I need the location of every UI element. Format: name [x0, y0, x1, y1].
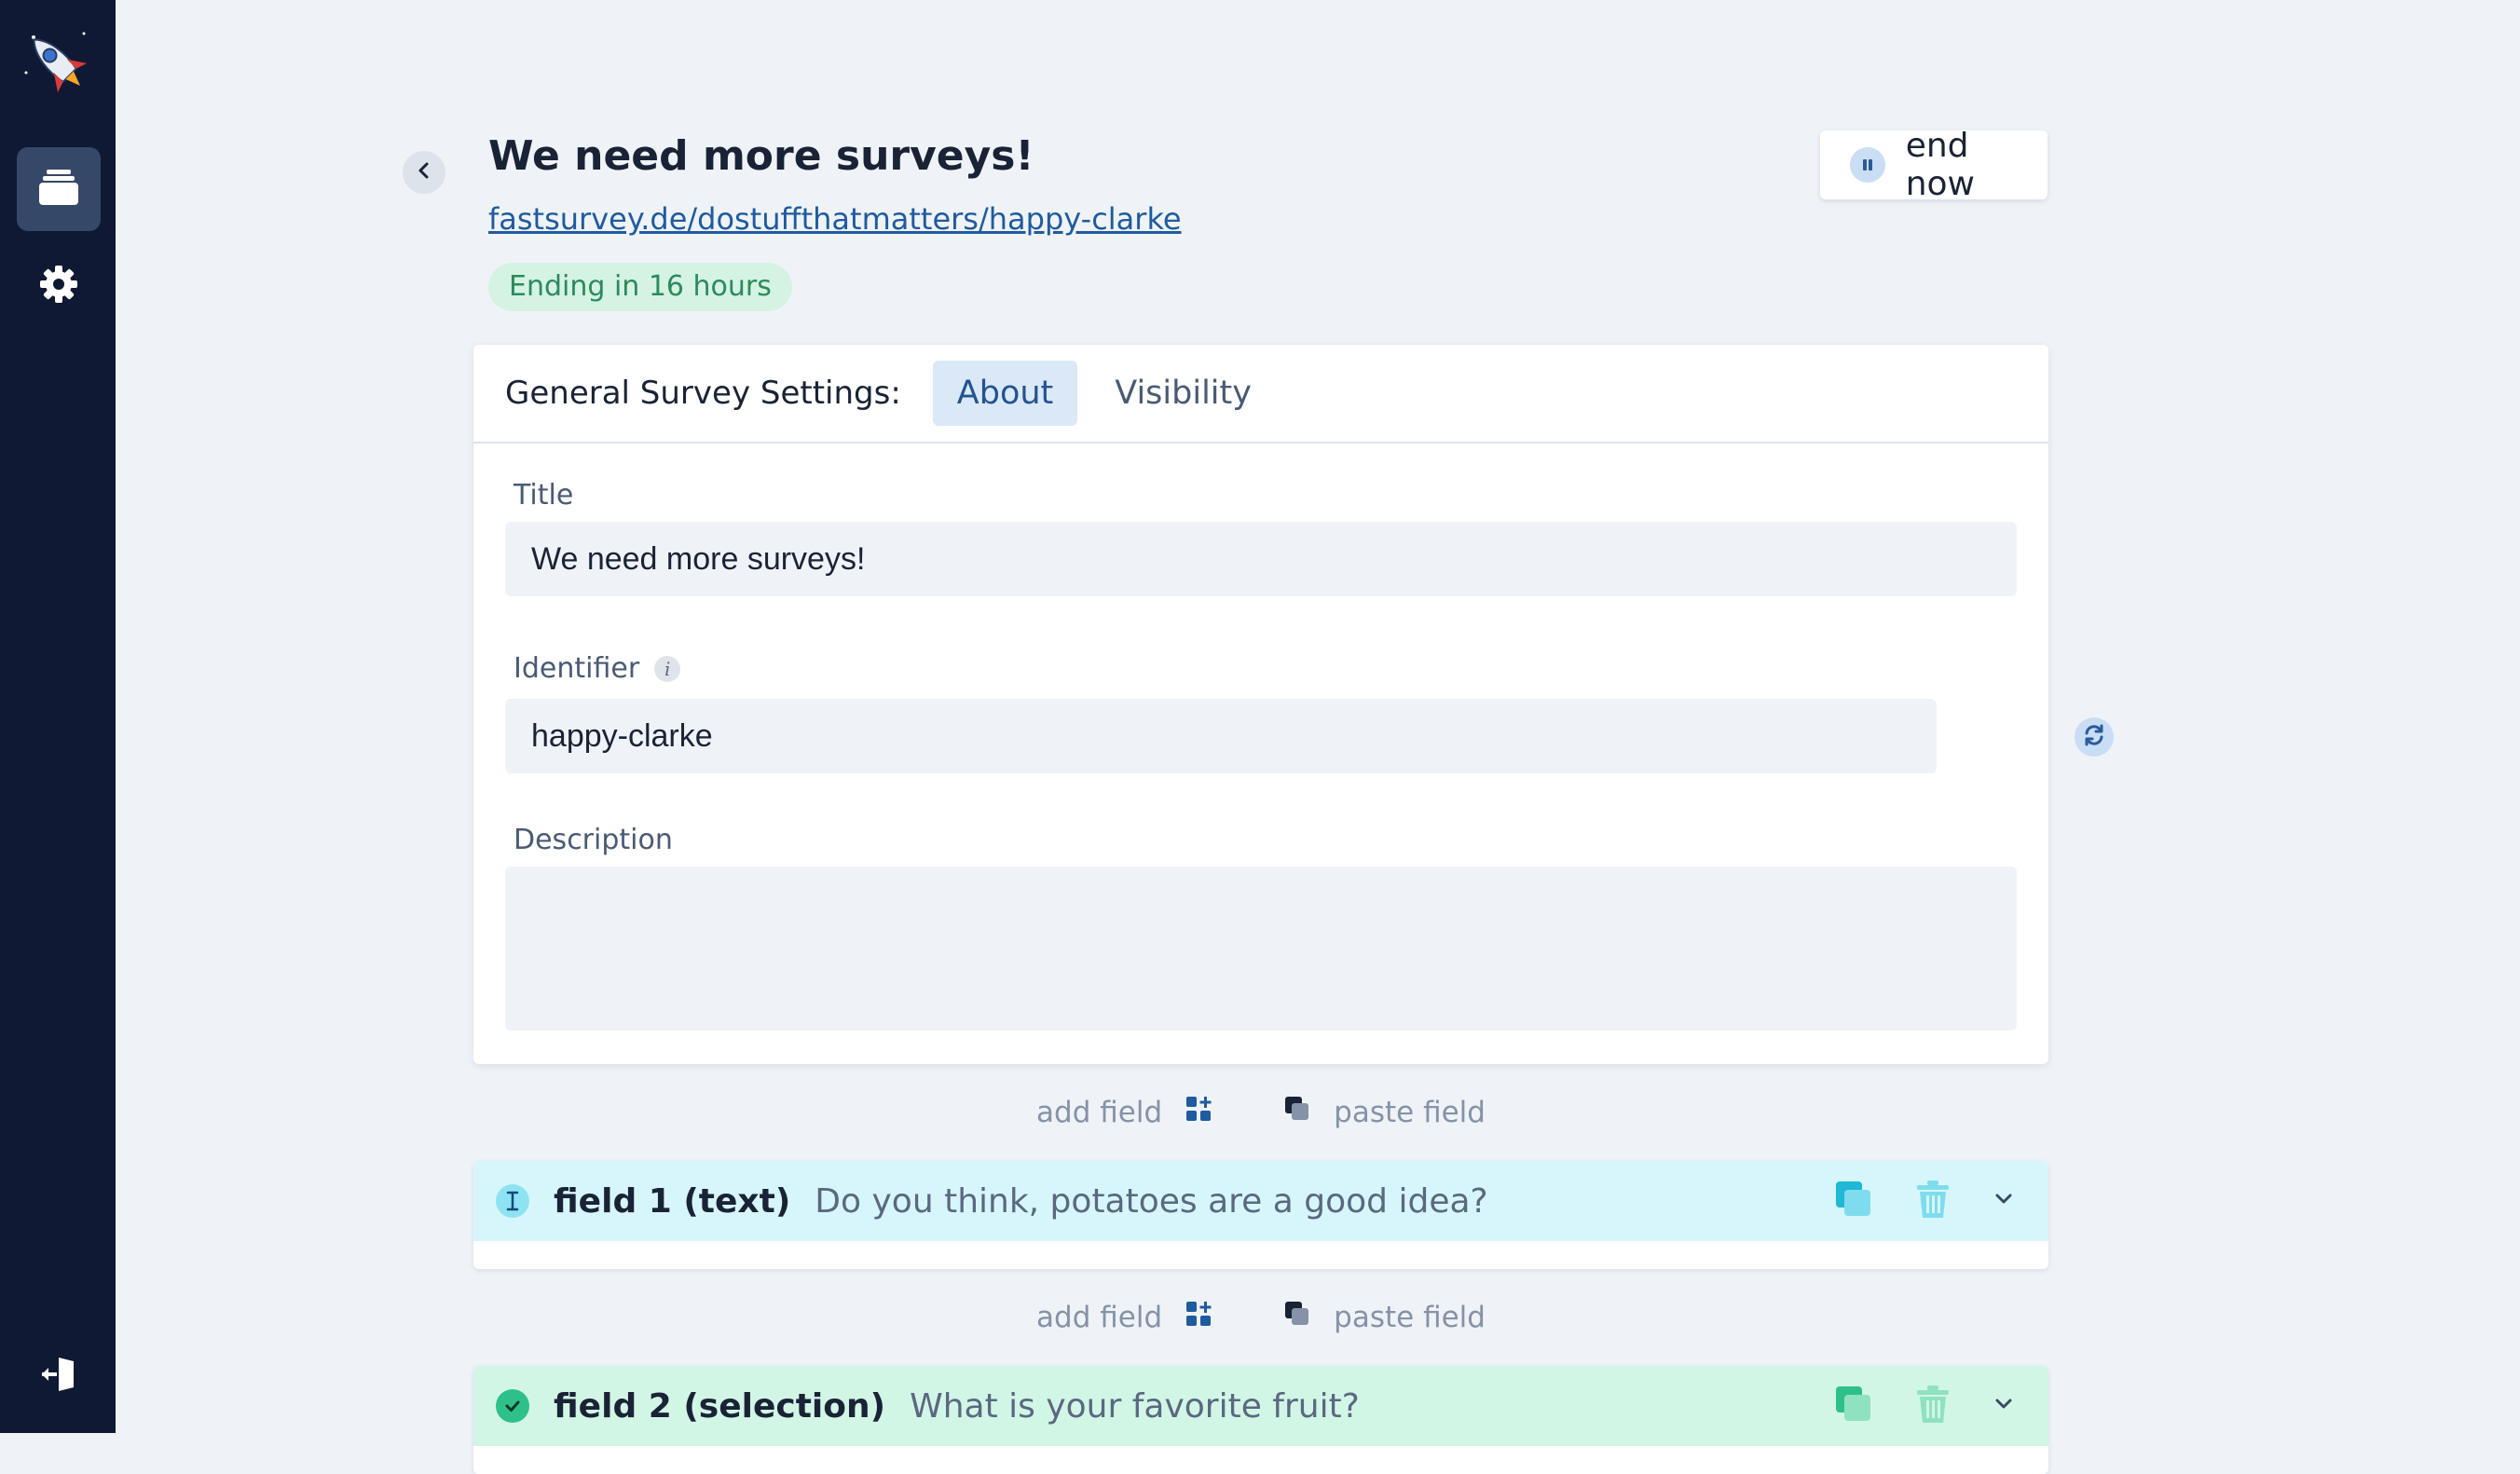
settings-label: General Survey Settings:: [505, 375, 901, 412]
survey-settings-card: General Survey Settings: About Visibilit…: [473, 345, 2048, 1064]
add-field-button[interactable]: add field: [1036, 1095, 1212, 1130]
field-question: What is your favorite fruit?: [910, 1387, 1360, 1426]
identifier-label: Identifier i: [514, 652, 680, 685]
end-now-button[interactable]: end now: [1820, 130, 2048, 199]
info-icon[interactable]: i: [654, 656, 680, 682]
paste-icon: [1283, 1095, 1311, 1130]
chevron-left-icon: [415, 161, 433, 184]
paste-field-button[interactable]: paste field: [1283, 1300, 1486, 1335]
add-field-button[interactable]: add field: [1036, 1300, 1212, 1335]
tab-visibility[interactable]: Visibility: [1090, 361, 1276, 426]
add-grid-icon: [1185, 1095, 1212, 1130]
text-cursor-icon: [496, 1184, 529, 1218]
sidebar-item-settings[interactable]: [17, 244, 101, 328]
rocket-logo-icon[interactable]: [21, 26, 95, 101]
description-label: Description: [514, 824, 673, 856]
trash-icon[interactable]: [1916, 1180, 1950, 1222]
main-content: We need more surveys! fastsurvey.de/dost…: [116, 0, 2520, 1433]
field-actions-row: add field paste field: [473, 1085, 2048, 1140]
paste-field-button[interactable]: paste field: [1283, 1095, 1486, 1130]
identifier-input[interactable]: [505, 699, 1937, 773]
chevron-down-icon[interactable]: [1993, 1188, 2015, 1214]
end-now-label: end now: [1906, 127, 2048, 203]
check-icon: [496, 1389, 529, 1423]
pause-icon: [1850, 147, 1885, 183]
field-name: field 1 (text): [554, 1182, 790, 1221]
settings-header: General Survey Settings: About Visibilit…: [473, 345, 2048, 444]
back-button[interactable]: [403, 151, 445, 194]
add-grid-icon: [1185, 1300, 1212, 1335]
logout-icon: [38, 1354, 79, 1399]
field-name: field 2 (selection): [554, 1387, 885, 1426]
field-question: Do you think, potatoes are a good idea?: [815, 1182, 1487, 1221]
trash-icon[interactable]: [1916, 1385, 1950, 1427]
field-card: field 2 (selection) What is your favorit…: [473, 1366, 2048, 1474]
field-actions: [1834, 1161, 2015, 1241]
field-card: field 1 (text) Do you think, potatoes ar…: [473, 1161, 2048, 1269]
copy-icon[interactable]: [1834, 1385, 1873, 1427]
field-actions-row: add field paste field: [473, 1290, 2048, 1345]
gear-icon: [38, 264, 79, 308]
field-header[interactable]: field 1 (text) Do you think, potatoes ar…: [473, 1161, 2048, 1241]
field-header[interactable]: field 2 (selection) What is your favorit…: [473, 1366, 2048, 1446]
copy-icon[interactable]: [1834, 1180, 1873, 1222]
regenerate-identifier-button[interactable]: [2075, 717, 2114, 757]
field-actions: [1834, 1366, 2015, 1446]
chevron-down-icon[interactable]: [1993, 1393, 2015, 1419]
page-title: We need more surveys!: [488, 132, 1034, 180]
surveys-stack-icon: [37, 166, 80, 212]
sidebar: [0, 0, 116, 1433]
title-input[interactable]: [505, 522, 2017, 596]
tab-about[interactable]: About: [933, 361, 1077, 426]
title-label: Title: [514, 479, 573, 512]
sidebar-item-surveys[interactable]: [17, 147, 101, 231]
paste-icon: [1283, 1300, 1311, 1335]
refresh-icon: [2081, 722, 2107, 752]
description-textarea[interactable]: [505, 867, 2017, 1030]
status-badge: Ending in 16 hours: [488, 263, 792, 311]
survey-link[interactable]: fastsurvey.de/dostuffthatmatters/happy-c…: [488, 201, 1182, 237]
logout-button[interactable]: [17, 1334, 101, 1418]
